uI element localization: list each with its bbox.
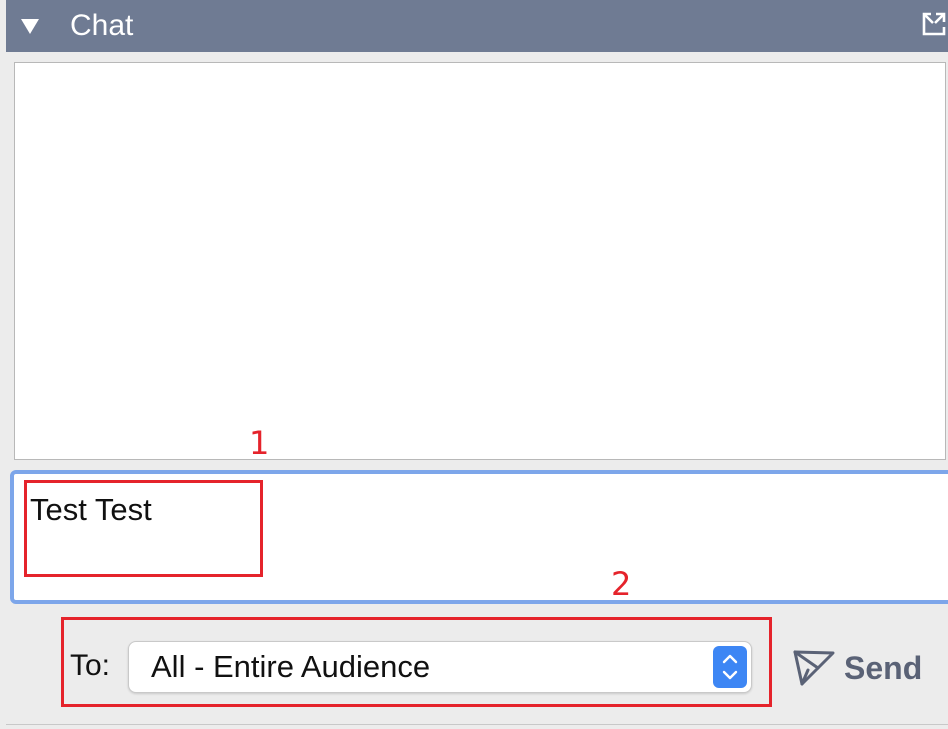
paper-plane-icon	[793, 650, 835, 686]
bottom-divider	[6, 724, 948, 725]
send-label: Send	[844, 650, 923, 686]
annotation-number-1: 1	[249, 424, 270, 462]
triangle-down-icon[interactable]	[21, 19, 39, 34]
chevron-up-down-icon[interactable]	[713, 646, 747, 688]
recipient-label: To:	[70, 649, 111, 682]
recipient-selected-value: All - Entire Audience	[151, 649, 431, 684]
recipient-select[interactable]: All - Entire Audience	[128, 641, 752, 693]
chat-history[interactable]	[14, 62, 946, 460]
popout-window-icon[interactable]	[922, 12, 946, 36]
chat-header: Chat	[6, 0, 948, 52]
send-button[interactable]: Send	[788, 640, 938, 696]
panel-title: Chat	[70, 9, 134, 42]
chat-panel: Chat Test Test 1 2 To: All - Entire Audi…	[6, 0, 948, 729]
annotation-box-1	[24, 480, 263, 577]
annotation-number-2: 2	[611, 565, 632, 603]
